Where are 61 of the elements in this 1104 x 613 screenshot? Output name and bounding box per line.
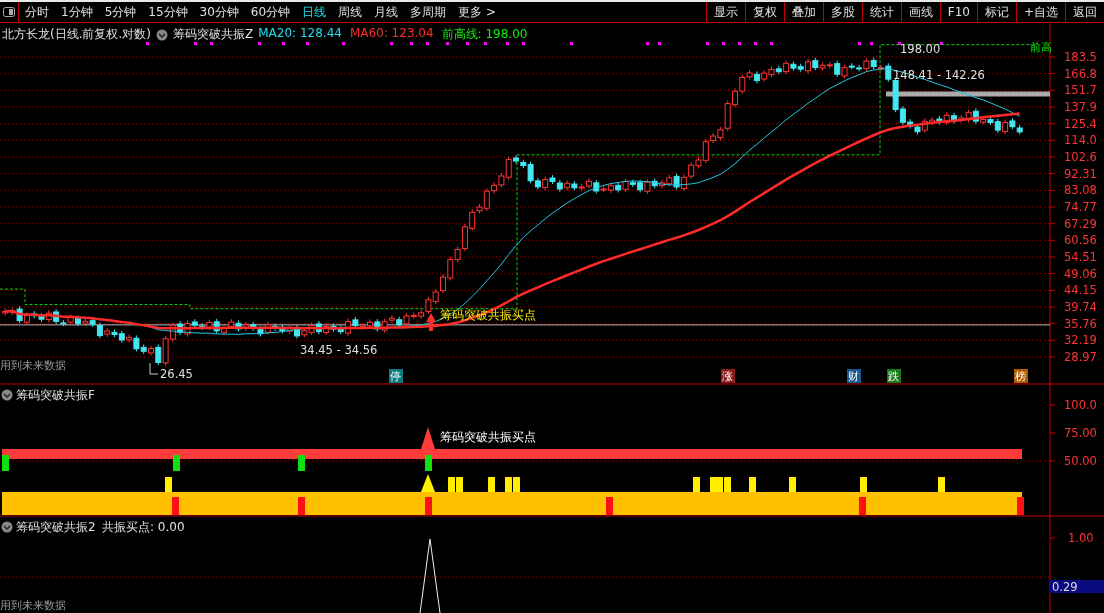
price-label: 198.00 xyxy=(900,42,941,56)
event-tag-text: 停 xyxy=(390,370,401,383)
collapse-icon[interactable] xyxy=(156,28,168,41)
price-axis-label: 67.29 xyxy=(1064,216,1097,231)
price-axis-label: 166.8 xyxy=(1064,66,1097,81)
collapse-icon[interactable] xyxy=(1,389,13,401)
price-axis-label: 125.4 xyxy=(1064,116,1097,131)
event-tag-text: 财 xyxy=(848,370,859,383)
price-axis-label: 39.74 xyxy=(1064,300,1097,314)
price-axis-label: 151.7 xyxy=(1064,83,1097,98)
collapse-icon[interactable] xyxy=(1,521,13,533)
price-label: 34.45 - 34.56 xyxy=(300,343,378,357)
period-tab[interactable]: 30分钟 xyxy=(193,2,245,22)
price-axis-label: 28.97 xyxy=(1064,350,1097,364)
event-tag-text: 榜 xyxy=(1015,370,1026,383)
axis-label: 50.00 xyxy=(1064,454,1097,468)
price-axis-label: 44.15 xyxy=(1064,283,1097,298)
panel-toggle-icon[interactable] xyxy=(3,7,15,17)
signal-label: 筹码突破共振买点 xyxy=(440,430,536,444)
indicator-name: 筹码突破共振2 xyxy=(16,520,96,534)
event-tag-text: 涨 xyxy=(722,370,733,383)
price-axis-label: 137.9 xyxy=(1064,100,1097,114)
price-axis-label: 114.0 xyxy=(1064,133,1097,148)
period-tab[interactable]: 更多 > xyxy=(452,2,502,22)
legend-value: 前高线: 198.00 xyxy=(441,26,528,43)
period-tab[interactable]: 15分钟 xyxy=(142,2,194,22)
price-axis-label: 32.19 xyxy=(1064,333,1097,348)
period-tab[interactable]: 5分钟 xyxy=(98,2,143,22)
event-tag-text: 跌 xyxy=(888,370,899,383)
legend-value: MA60: 123.04 xyxy=(349,26,434,42)
price-label: 26.45 xyxy=(160,367,193,381)
period-tab[interactable]: 多周期 xyxy=(404,2,453,22)
axis-label: 1.00 xyxy=(1068,531,1094,545)
current-value: 0.29 xyxy=(1052,580,1078,594)
period-tab[interactable]: 日线 xyxy=(296,2,333,22)
indicator-name: 筹码突破共振Z xyxy=(173,26,254,43)
warning-text: 用到未来数据 xyxy=(0,359,66,372)
price-axis-label: 183.5 xyxy=(1064,50,1097,64)
price-axis-label: 60.56 xyxy=(1064,233,1097,248)
warning-text: 用到未来数据 xyxy=(0,599,66,612)
legend-value: MA20: 128.44 xyxy=(258,26,342,42)
axis-label: 75.00 xyxy=(1064,426,1097,440)
price-axis-label: 83.08 xyxy=(1064,183,1097,198)
price-axis-label: 102.6 xyxy=(1064,150,1097,164)
period-tab[interactable]: 60分钟 xyxy=(244,2,297,22)
price-axis-label: 74.77 xyxy=(1064,200,1097,214)
price-axis-label: 92.31 xyxy=(1064,166,1097,181)
axis-label: 100.0 xyxy=(1064,398,1097,412)
current-value-box xyxy=(1050,580,1104,593)
period-tab[interactable]: 分时 xyxy=(19,2,55,22)
price-axis-label: 35.76 xyxy=(1064,316,1097,331)
corner-label: 前高 xyxy=(1030,41,1052,54)
buy-arrow-icon xyxy=(426,313,436,331)
stock-title: 北方长龙(日线.前复权.对数) xyxy=(2,26,151,43)
period-tab[interactable]: 月线 xyxy=(368,2,405,22)
indicator-reading: 共振买点: 0.00 xyxy=(102,520,185,534)
period-tab[interactable]: 周线 xyxy=(332,2,369,22)
price-axis-label: 54.51 xyxy=(1064,250,1097,264)
period-tab[interactable]: 1分钟 xyxy=(55,2,99,22)
price-axis-label: 49.06 xyxy=(1064,266,1097,281)
indicator-name: 筹码突破共振F xyxy=(16,388,95,402)
